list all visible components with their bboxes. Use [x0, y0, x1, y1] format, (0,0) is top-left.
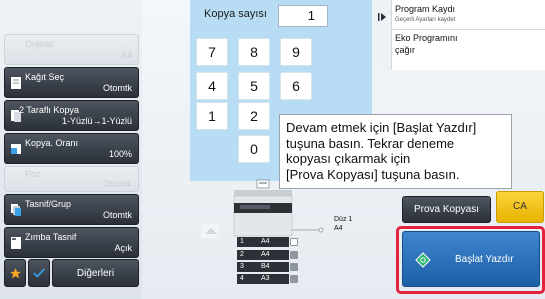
sort-group-value: Otomtk	[102, 210, 132, 220]
bottom-toolbar: Diğerleri	[4, 259, 139, 287]
copy-count-field[interactable]: 1	[278, 5, 328, 27]
exposure-button[interactable]: Poz Otomtk	[4, 166, 139, 192]
clear-all-button[interactable]: CA	[496, 191, 544, 223]
paper-icon	[11, 76, 21, 89]
tray-2[interactable]: 2 A4	[237, 250, 298, 260]
tray-2-size: A4	[261, 251, 270, 258]
eco-program-title: Eko Programını	[395, 33, 458, 43]
tray-4[interactable]: 4 A3	[237, 274, 298, 284]
key-4[interactable]: 4	[196, 72, 228, 100]
exposure-label: Poz	[25, 169, 41, 179]
settings-panel: Orijinal A4 Kağıt Seç Otomtk 2 Taraflı K…	[0, 0, 142, 299]
tray-4-size: A3	[261, 275, 270, 282]
copy-screen: Orijinal A4 Kağıt Seç Otomtk 2 Taraflı K…	[0, 0, 545, 299]
tray-3-indicator	[290, 263, 298, 271]
start-diamond-icon	[415, 252, 431, 268]
duplex-copy-value: 1-Yüzlü→1-Yüzlü	[61, 116, 132, 126]
tray-1-number: 1	[240, 238, 244, 245]
copy-ratio-label: Kopya. Oranı	[25, 138, 79, 148]
tray-1[interactable]: 1 A4	[237, 237, 298, 247]
sort-icon	[11, 203, 21, 216]
copy-count-label: Kopya sayısı	[204, 8, 267, 20]
tray-3-size: B4	[261, 263, 270, 270]
original-value: A4	[120, 50, 132, 60]
check-button[interactable]	[28, 259, 50, 287]
sort-group-label: Tasnif/Grup	[25, 199, 72, 209]
exposure-value: Otomtk	[102, 179, 132, 189]
tray-4-indicator	[290, 275, 298, 283]
expand-arrow-icon	[378, 13, 386, 21]
ratio-icon	[11, 143, 21, 154]
instruction-line-2: tuşuna basın. Tekrar deneme	[286, 135, 455, 151]
paper-select-label: Kağıt Seç	[25, 72, 65, 82]
original-button[interactable]: Orijinal A4	[4, 34, 139, 65]
key-9[interactable]: 9	[280, 38, 312, 66]
checkmark-icon	[33, 268, 45, 278]
key-1[interactable]: 1	[196, 102, 228, 130]
original-label: Orijinal	[25, 39, 54, 49]
start-print-label: Başlat Yazdır	[455, 254, 514, 265]
tray-3-number: 3	[240, 263, 244, 270]
sort-group-button[interactable]: Tasnif/Grup Otomtk	[4, 194, 139, 225]
duplex-copy-label: 2 Taraflı Kopya	[19, 105, 79, 115]
key-7[interactable]: 7	[196, 38, 228, 66]
star-icon	[9, 267, 21, 278]
key-2[interactable]: 2	[238, 102, 270, 130]
staple-sort-label: Zımba Tasnif	[25, 232, 77, 242]
key-0[interactable]: 0	[238, 135, 270, 163]
key-6[interactable]: 6	[280, 72, 312, 100]
instruction-message: Devam etmek için [Başlat Yazdır] tuşuna …	[279, 114, 512, 189]
paper-select-button[interactable]: Kağıt Seç Otomtk	[4, 67, 139, 98]
program-register-subtitle: Geçerli Ayarları kaydet	[395, 17, 456, 23]
tray-2-number: 2	[240, 251, 244, 258]
bypass-tray-label: Düz 1	[334, 216, 353, 223]
duplex-copy-button[interactable]: 2 Taraflı Kopya 1-Yüzlü→1-Yüzlü	[4, 100, 139, 131]
favorites-button[interactable]	[4, 259, 26, 287]
start-print-button[interactable]: Başlat Yazdır	[402, 231, 540, 287]
key-8[interactable]: 8	[238, 38, 270, 66]
bypass-tray-size: A4	[334, 225, 343, 232]
proof-copy-button[interactable]: Prova Kopyası	[402, 196, 491, 223]
paper-select-value: Otomtk	[102, 83, 132, 93]
tray-1-size: A4	[261, 238, 270, 245]
staple-icon	[11, 236, 21, 249]
eco-program-item[interactable]: Eko Programını çağır	[392, 30, 545, 68]
program-panel-toggle[interactable]	[372, 0, 392, 70]
instruction-line-4: [Prova Kopyası] tuşuna basın.	[286, 166, 460, 182]
instruction-line-3: kopyası çıkarmak için	[286, 151, 411, 166]
key-5[interactable]: 5	[238, 72, 270, 100]
instruction-line-1: Devam etmek için [Başlat Yazdır]	[286, 120, 477, 135]
copy-ratio-value: 100%	[108, 149, 132, 159]
tray-2-indicator	[290, 251, 298, 259]
staple-sort-button[interactable]: Zımba Tasnif Açık	[4, 227, 139, 258]
copy-ratio-button[interactable]: Kopya. Oranı 100%	[4, 133, 139, 164]
tray-4-number: 4	[240, 275, 244, 282]
program-register-title: Program Kaydı	[395, 4, 456, 14]
tray-3[interactable]: 3 B4	[237, 262, 298, 272]
staple-sort-value: Açık	[114, 243, 132, 253]
others-button[interactable]: Diğerleri	[52, 259, 139, 287]
tray-1-selected-indicator	[290, 238, 298, 246]
program-register-item[interactable]: Program Kaydı Geçerli Ayarları kaydet	[392, 0, 545, 30]
eco-program-subtitle: çağır	[395, 45, 416, 55]
